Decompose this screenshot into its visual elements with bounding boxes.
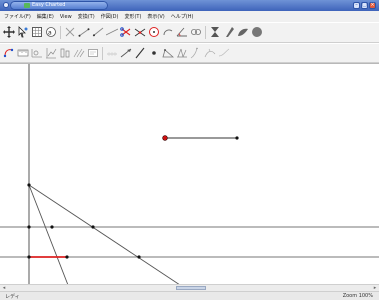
ray-icon[interactable] (92, 26, 104, 38)
coord-icon[interactable] (45, 47, 57, 59)
status-text: レディ (5, 294, 20, 300)
close-button[interactable]: × (369, 2, 376, 9)
point[interactable] (137, 255, 141, 259)
window-title-tab[interactable]: Easy Charted (10, 1, 108, 10)
arc-icon[interactable] (162, 26, 174, 38)
geometry-figure[interactable] (0, 64, 379, 285)
ray-steep[interactable] (28, 184, 69, 285)
circle-icon[interactable] (148, 26, 160, 38)
link-icon[interactable] (190, 26, 202, 38)
window-title: Easy Charted (32, 2, 66, 8)
transform-icon[interactable] (209, 26, 221, 38)
fill-icon[interactable] (223, 26, 235, 38)
menu-display[interactable]: 表示(V) (147, 13, 164, 20)
label-icon[interactable] (106, 47, 118, 59)
point[interactable] (235, 136, 239, 140)
move-icon[interactable] (3, 26, 15, 38)
paint-icon[interactable] (237, 26, 249, 38)
ray-shallow[interactable] (28, 184, 181, 285)
measure-icon[interactable] (31, 47, 43, 59)
macro-icon[interactable] (87, 47, 99, 59)
menu-modify[interactable]: 変形(T) (124, 13, 141, 20)
area-icon[interactable] (59, 47, 71, 59)
menu-bar: ファイル(F) 編集(E) View 変換(T) 作図(D) 変形(T) 表示(… (0, 11, 379, 22)
select-icon[interactable] (17, 26, 29, 38)
menu-draw[interactable]: 作図(D) (101, 13, 119, 20)
system-menu-icon[interactable] (3, 2, 9, 8)
angle-icon[interactable] (176, 26, 188, 38)
zoom-indicator: Zoom 100% (342, 293, 373, 299)
text-icon[interactable]: a (45, 26, 57, 38)
toolbar-separator (60, 26, 61, 39)
bezier-icon[interactable] (204, 47, 216, 59)
segment-icon[interactable] (78, 26, 90, 38)
point[interactable] (27, 183, 31, 187)
status-bar: レディ Zoom 100% (0, 291, 379, 300)
draw-line-icon[interactable] (134, 47, 146, 59)
dot-icon[interactable] (148, 47, 160, 59)
toolbar-separator (205, 26, 206, 39)
point-tool-icon[interactable] (3, 47, 15, 59)
svg-text:a: a (48, 30, 52, 37)
ruler-icon[interactable] (17, 47, 29, 59)
split-icon[interactable] (176, 47, 188, 59)
toolbar-main: a (0, 22, 379, 43)
arrow-icon[interactable] (120, 47, 132, 59)
scissors-icon[interactable] (120, 26, 132, 38)
maximize-button[interactable]: □ (361, 2, 368, 9)
point[interactable] (65, 255, 69, 259)
selected-point[interactable] (162, 135, 168, 141)
grid-icon[interactable] (31, 26, 43, 38)
menu-edit[interactable]: 編集(E) (37, 13, 54, 20)
minimize-button[interactable]: – (353, 2, 360, 9)
intersection-icon[interactable] (134, 26, 146, 38)
line-x-icon[interactable] (64, 26, 76, 38)
app-icon (24, 3, 30, 8)
bezier-icon[interactable] (218, 47, 230, 59)
scrollbar-thumb[interactable] (176, 286, 206, 290)
menu-help[interactable]: ヘルプ(H) (171, 13, 194, 20)
color-icon[interactable] (251, 26, 263, 38)
point[interactable] (50, 225, 54, 229)
menu-transform[interactable]: 変換(T) (78, 13, 95, 20)
app-window: Easy Charted – □ × ファイル(F) 編集(E) View 変換… (0, 0, 379, 300)
horizontal-scrollbar[interactable]: ◂ ▸ (0, 284, 379, 291)
menu-view[interactable]: View (60, 14, 72, 20)
point[interactable] (27, 255, 31, 259)
toolbar-separator (102, 47, 103, 60)
triangle-icon[interactable] (162, 47, 174, 59)
point[interactable] (91, 225, 95, 229)
line-icon[interactable] (106, 26, 118, 38)
drawing-canvas[interactable] (0, 63, 379, 285)
menu-file[interactable]: ファイル(F) (4, 13, 31, 20)
curve-icon[interactable] (190, 47, 202, 59)
point[interactable] (27, 225, 31, 229)
toolbar-secondary (0, 43, 379, 63)
title-bar: Easy Charted – □ × (0, 0, 379, 11)
locus-icon[interactable] (73, 47, 85, 59)
